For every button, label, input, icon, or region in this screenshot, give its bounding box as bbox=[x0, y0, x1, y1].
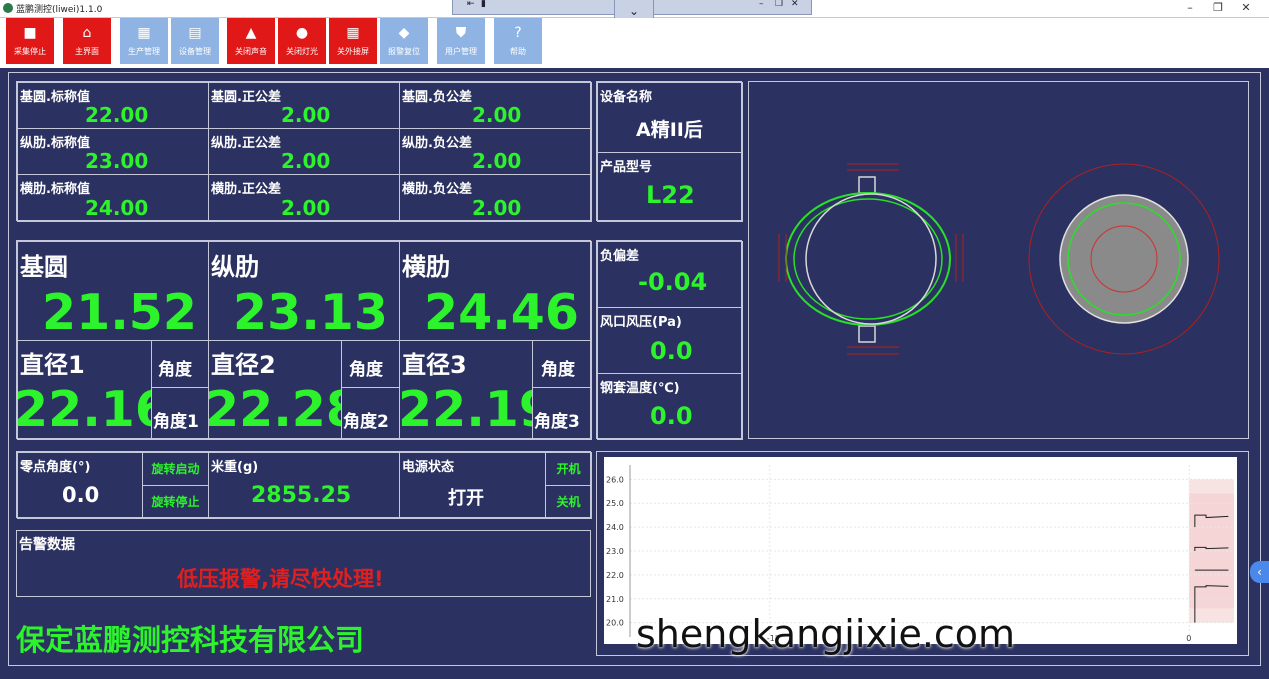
signal-icon: ▮ bbox=[481, 0, 486, 9]
diameter3-cell: 直径3 22.19 bbox=[399, 340, 533, 440]
params-panel: 基圆.标称值 22.00 基圆.正公差 2.00 基圆.负公差 2.00 纵肋.标称值… bbox=[16, 81, 592, 222]
company-name: 保定蓝鹏测控科技有限公司 bbox=[16, 623, 365, 657]
y-tick-label: 20.0 bbox=[606, 619, 624, 628]
alarm-panel: 告警数据 低压报警,请尽快处理! bbox=[16, 530, 591, 597]
angle-value-cell: 角度3 bbox=[532, 387, 592, 440]
chevron-left-icon[interactable]: ‹ bbox=[1250, 561, 1269, 583]
y-tick-label: 21.0 bbox=[606, 595, 624, 604]
minimize-icon[interactable]: – bbox=[1180, 1, 1200, 15]
diameter2-cell: 直径2 22.28 bbox=[208, 340, 342, 440]
side-readings-panel: 负偏差 -0.04 风口风压(Pa) 0.0 钢套温度(℃) 0.0 bbox=[596, 240, 743, 440]
rdp-restore-icon[interactable]: ❐ bbox=[775, 0, 783, 9]
product-model: L22 bbox=[646, 181, 695, 209]
pin-icon[interactable]: ⇤ bbox=[467, 0, 475, 9]
alarm-reset-button[interactable]: ◆ 报警复位 bbox=[380, 18, 428, 64]
cross-rib-cell: 横肋 24.46 bbox=[399, 241, 592, 341]
y-tick-label: 22.0 bbox=[606, 571, 624, 580]
param-cell: 纵肋.标称值 23.00 bbox=[17, 128, 209, 175]
device-name: A精II后 bbox=[636, 119, 703, 141]
angle-value-cell: 角度2 bbox=[341, 387, 400, 440]
param-cell: 纵肋.正公差 2.00 bbox=[208, 128, 400, 175]
power-status-cell: 电源状态 打开 bbox=[399, 452, 546, 519]
device-icon: ▤ bbox=[188, 25, 202, 41]
param-cell: 基圆.标称值 22.00 bbox=[17, 82, 209, 129]
power-on-button[interactable]: 开机 bbox=[545, 452, 592, 486]
grid-icon: ▦ bbox=[137, 25, 151, 41]
y-tick-label: 24.0 bbox=[606, 523, 624, 532]
rdp-minimize-icon[interactable]: – bbox=[759, 0, 764, 9]
help-icon: ? bbox=[514, 25, 522, 41]
stop-collect-button[interactable]: ■ 采集停止 bbox=[6, 18, 54, 64]
rdp-close-icon[interactable]: ✕ bbox=[791, 0, 799, 9]
toolbar: ■ 采集停止 ⌂ 主界面 ▦ 生产管理 ▤ 设备管理 ▲ 关闭声音 ● 关闭灯光 ▦ 关外接屏… bbox=[0, 18, 1269, 68]
y-tick-label: 25.0 bbox=[606, 499, 624, 508]
param-cell: 横肋.正公差 2.00 bbox=[208, 174, 400, 222]
watermark: shengkangjixie.com bbox=[636, 612, 1016, 656]
device-button[interactable]: ▤ 设备管理 bbox=[171, 18, 219, 64]
home-icon: ⌂ bbox=[82, 25, 92, 41]
alarm-label: 告警数据 bbox=[19, 537, 75, 553]
neg-deviation-cell: 负偏差 -0.04 bbox=[597, 241, 743, 308]
main-screen-button[interactable]: ⌂ 主界面 bbox=[63, 18, 111, 64]
x-tick-label: 0 bbox=[1186, 634, 1191, 643]
stop-icon: ■ bbox=[23, 25, 37, 41]
app-icon bbox=[3, 3, 13, 13]
param-cell: 基圆.负公差 2.00 bbox=[399, 82, 592, 129]
product-model-cell: 产品型号 L22 bbox=[597, 152, 743, 222]
light-off-button[interactable]: ● 关闭灯光 bbox=[278, 18, 326, 64]
angle-value-cell: 角度1 bbox=[151, 387, 209, 440]
wind-pressure-cell: 风口风压(Pa) 0.0 bbox=[597, 307, 743, 374]
power-off-button[interactable]: 关机 bbox=[545, 485, 592, 519]
cross-section-panel bbox=[748, 81, 1249, 439]
window-title: 蓝鹏测控(liwei)1.1.0 bbox=[16, 5, 103, 15]
maximize-icon[interactable]: ❐ bbox=[1208, 1, 1228, 15]
angle-label-cell: 角度 bbox=[341, 340, 400, 388]
temperature-cell: 钢套温度(℃) 0.0 bbox=[597, 373, 743, 440]
bulb-icon: ● bbox=[295, 25, 309, 41]
external-screen-button[interactable]: ▦ 关外接屏 bbox=[329, 18, 377, 64]
param-cell: 横肋.负公差 2.00 bbox=[399, 174, 592, 222]
angle-label-cell: 角度 bbox=[532, 340, 592, 388]
measurement-panel: 基圆 21.52 纵肋 23.13 横肋 24.46 直径1 22.16 角度 … bbox=[16, 240, 592, 440]
y-tick-label: 23.0 bbox=[606, 547, 624, 556]
user-manage-button[interactable]: ⛊ 用户管理 bbox=[437, 18, 485, 64]
close-icon[interactable]: ✕ bbox=[1236, 1, 1256, 15]
rotate-stop-button[interactable]: 旋转停止 bbox=[142, 485, 209, 519]
cross-section-drawing bbox=[778, 163, 1220, 355]
param-cell: 纵肋.负公差 2.00 bbox=[399, 128, 592, 175]
help-button[interactable]: ? 帮助 bbox=[494, 18, 542, 64]
param-cell: 横肋.标称值 24.00 bbox=[17, 174, 209, 222]
alarm-light-icon: ▲ bbox=[245, 25, 257, 41]
y-tick-label: 26.0 bbox=[606, 475, 624, 484]
angle-label-cell: 角度 bbox=[151, 340, 209, 388]
mute-sound-button[interactable]: ▲ 关闭声音 bbox=[227, 18, 275, 64]
diameter1-cell: 直径1 22.16 bbox=[17, 340, 152, 440]
rotate-start-button[interactable]: 旋转启动 bbox=[142, 452, 209, 486]
device-name-cell: 设备名称 A精II后 bbox=[597, 82, 743, 153]
screen-icon: ▦ bbox=[346, 25, 360, 41]
base-circle-cell: 基圆 21.52 bbox=[17, 241, 209, 341]
alarm-message: 低压报警,请尽快处理! bbox=[177, 567, 384, 591]
long-rib-cell: 纵肋 23.13 bbox=[208, 241, 400, 341]
device-panel: 设备名称 A精II后 产品型号 L22 bbox=[596, 81, 743, 222]
status-panel: 零点角度(°) 0.0 旋转启动 旋转停止 米重(g) 2855.25 电源状态… bbox=[16, 451, 592, 519]
param-cell: 基圆.正公差 2.00 bbox=[208, 82, 400, 129]
rebar-profile bbox=[778, 163, 964, 355]
zero-angle-cell: 零点角度(°) 0.0 bbox=[17, 452, 143, 519]
meter-weight-cell: 米重(g) 2855.25 bbox=[208, 452, 400, 519]
bell-icon: ◆ bbox=[398, 25, 410, 41]
shield-icon: ⛊ bbox=[455, 25, 467, 41]
circle-profile bbox=[1028, 163, 1220, 355]
production-button[interactable]: ▦ 生产管理 bbox=[120, 18, 168, 64]
